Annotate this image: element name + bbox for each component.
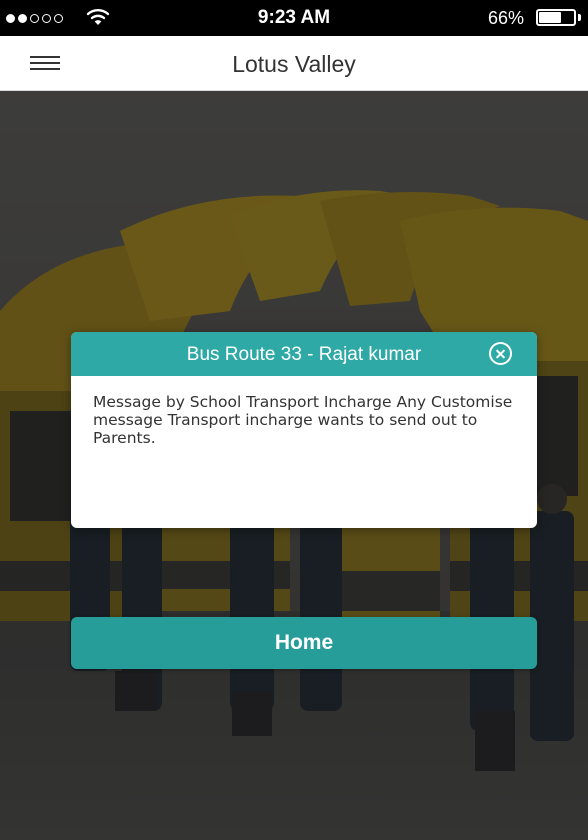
battery-icon [536, 9, 576, 26]
dialog-message: Message by School Transport Incharge Any… [93, 393, 513, 447]
dialog-header: Bus Route 33 - Rajat kumar [71, 332, 537, 376]
nav-bar: Lotus Valley [0, 36, 588, 91]
battery-level-fill [539, 12, 562, 23]
page-title: Lotus Valley [232, 51, 356, 77]
message-dialog: Bus Route 33 - Rajat kumar Message by Sc… [71, 332, 537, 528]
dialog-title: Bus Route 33 - Rajat kumar [186, 344, 422, 365]
status-bar: 9:23 AM 66% [0, 0, 588, 36]
home-button[interactable]: Home [71, 617, 537, 669]
battery-tip [578, 14, 581, 21]
close-icon[interactable] [489, 342, 512, 365]
home-button-label: Home [274, 631, 334, 654]
battery-percent: 66% [488, 8, 525, 28]
